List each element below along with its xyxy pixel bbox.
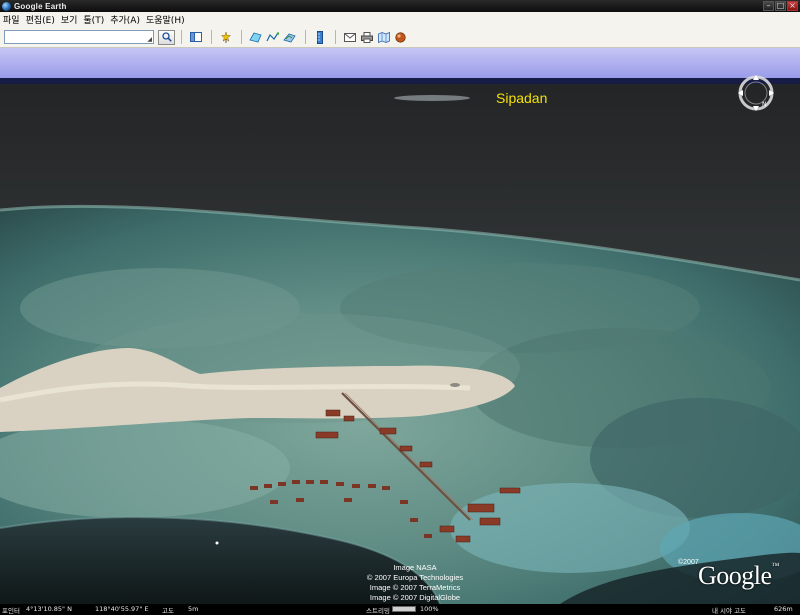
status-bar: 포인터 4°13'10.85" N 118°40'55.97" E 고도 5m … xyxy=(0,604,800,615)
add-placemark-button[interactable] xyxy=(218,30,233,44)
sky-mode-button[interactable] xyxy=(393,30,408,44)
toolbar: ◢ xyxy=(0,27,800,48)
menu-help[interactable]: 도움말(H) xyxy=(146,13,185,26)
menu-add[interactable]: 추가(A) xyxy=(110,13,140,26)
printer-icon xyxy=(360,31,373,43)
path-icon xyxy=(266,31,279,41)
imagery-credits: Image NASA © 2007 Europa Technologies Im… xyxy=(300,563,530,603)
search-history-dropdown-icon[interactable]: ◢ xyxy=(147,36,152,43)
credit-line: Image NASA xyxy=(393,563,437,572)
google-earth-icon xyxy=(2,1,11,11)
search-button[interactable] xyxy=(158,29,175,45)
polygon-icon xyxy=(249,32,262,42)
streaming-progress-bar xyxy=(392,606,416,612)
menu-tools[interactable]: 툴(T) xyxy=(83,13,104,26)
place-label-sipadan[interactable]: Sipadan xyxy=(496,90,547,106)
minimize-button[interactable]: – xyxy=(763,1,774,11)
print-button[interactable] xyxy=(359,30,374,44)
credit-line: © 2007 Europa Technologies xyxy=(366,573,464,582)
google-logo: Google™ xyxy=(698,561,779,590)
earth-viewport[interactable]: Sipadan N Image NASA © 2007 Europa Techn… xyxy=(0,48,800,604)
search-input[interactable] xyxy=(5,32,153,44)
menu-bar: 파일 편집(E) 보기 툴(T) 추가(A) 도움말(H) xyxy=(0,12,800,27)
add-path-button[interactable] xyxy=(265,30,280,44)
pointer-label: 포인터 xyxy=(2,607,20,615)
magnifier-icon xyxy=(161,32,172,42)
google-watermark: ©2007 Google™ xyxy=(676,558,800,594)
toolbar-separator xyxy=(305,30,306,44)
email-icon xyxy=(343,32,356,42)
eye-altitude-label: 내 시야 고도 xyxy=(712,607,747,615)
streaming-percent: 100% xyxy=(420,605,439,613)
menu-edit[interactable]: 편집(E) xyxy=(26,13,55,26)
add-polygon-button[interactable] xyxy=(248,30,263,44)
satellite-imagery xyxy=(0,48,800,604)
sidebar-icon xyxy=(189,32,202,42)
toolbar-separator xyxy=(241,30,242,44)
email-button[interactable] xyxy=(342,30,357,44)
latitude-readout: 4°13'10.85" N xyxy=(26,605,72,613)
window-title: Google Earth xyxy=(14,1,67,11)
planet-icon xyxy=(395,31,406,43)
maximize-button[interactable]: □ xyxy=(775,1,786,11)
map-icon xyxy=(377,31,390,43)
svg-text:N: N xyxy=(762,101,767,108)
credit-line: Image © 2007 DigitalGlobe xyxy=(369,593,461,602)
title-bar: Google Earth – □ × xyxy=(0,0,800,12)
streaming-progress-fill xyxy=(393,607,415,611)
elevation-label: 고도 xyxy=(162,607,174,615)
toolbar-separator xyxy=(335,30,336,44)
menu-file[interactable]: 파일 xyxy=(3,13,20,26)
watermark-copyright: ©2007 xyxy=(678,559,699,566)
toolbar-separator xyxy=(211,30,212,44)
image-overlay-icon xyxy=(283,33,296,42)
streaming-label: 스트리밍 xyxy=(366,607,390,615)
close-button[interactable]: × xyxy=(787,1,798,11)
google-maps-button[interactable] xyxy=(376,30,391,44)
placemark-icon xyxy=(220,31,231,43)
menu-view[interactable]: 보기 xyxy=(61,13,78,26)
ruler-button[interactable] xyxy=(312,30,327,44)
navigation-compass[interactable]: N xyxy=(736,73,776,113)
eye-altitude-readout: 626m xyxy=(774,605,793,613)
ruler-icon xyxy=(316,30,323,44)
search-box: ◢ xyxy=(4,30,154,44)
window-controls: – □ × xyxy=(763,1,798,11)
add-image-overlay-button[interactable] xyxy=(282,30,297,44)
toolbar-separator xyxy=(181,30,182,44)
elevation-readout: 5m xyxy=(188,605,199,613)
compass-ring-icon: N xyxy=(738,75,774,111)
longitude-readout: 118°40'55.97" E xyxy=(95,605,149,613)
sidebar-toggle-button[interactable] xyxy=(188,30,203,44)
credit-line: Image © 2007 TerraMetrics xyxy=(369,583,461,592)
